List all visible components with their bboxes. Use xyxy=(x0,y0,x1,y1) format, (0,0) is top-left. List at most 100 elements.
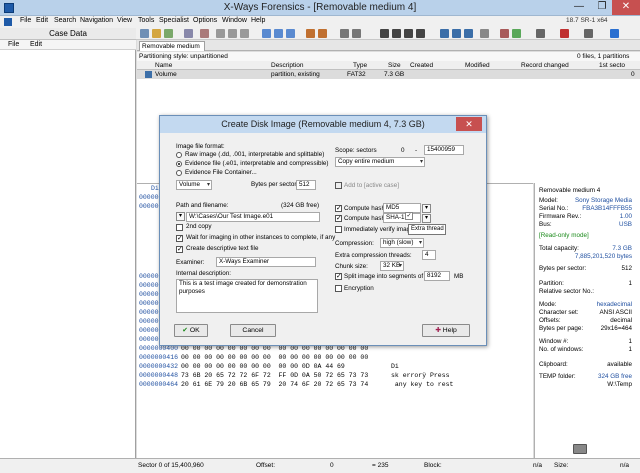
path-input[interactable]: W:\Cases\Our Test Image.e01 xyxy=(186,212,320,222)
scope-to-input[interactable]: 15400959 xyxy=(424,145,464,155)
hex-ascii[interactable]: Di xyxy=(391,362,399,371)
table-row[interactable]: Volume partition, existing FAT32 7.3 GB … xyxy=(137,70,640,79)
partition-icon[interactable] xyxy=(452,29,461,38)
hash1-value[interactable]: MD5 xyxy=(383,203,421,213)
menu-window[interactable]: Window xyxy=(222,17,247,24)
col-description[interactable]: Description xyxy=(271,61,304,70)
hex-bytes[interactable]: 00 00 00 00 00 00 00 00 00 00 00 00 00 0… xyxy=(181,353,368,362)
hash2-value[interactable]: SHA-1 xyxy=(383,213,421,223)
compression-select[interactable]: high (slow) xyxy=(380,238,424,248)
second-copy-checkbox[interactable] xyxy=(176,224,183,231)
gear-icon[interactable] xyxy=(584,29,593,38)
threads-input[interactable]: 4 xyxy=(422,250,436,260)
path-toggle-icon[interactable]: ▾ xyxy=(176,212,185,221)
cancel-button[interactable]: Cancel xyxy=(230,324,276,337)
fmt-raw-radio[interactable] xyxy=(176,152,182,158)
menu-options[interactable]: Options xyxy=(193,17,217,24)
doc-icon[interactable] xyxy=(4,18,12,26)
bps-input[interactable]: 512 xyxy=(296,180,316,190)
wait-checkbox[interactable]: ✓ xyxy=(176,235,183,242)
next-sector-icon[interactable] xyxy=(404,29,413,38)
new-icon[interactable] xyxy=(140,29,149,38)
minimize-button[interactable]: — xyxy=(568,0,590,15)
ram-icon[interactable] xyxy=(464,29,473,38)
maximize-button[interactable]: ❐ xyxy=(591,0,613,15)
hex-bytes[interactable]: 73 6B 20 65 72 72 6F 72 FF 0D 0A 50 72 6… xyxy=(181,371,368,380)
hex-row[interactable]: 0000000432 00 00 00 00 00 00 00 00 00 00 … xyxy=(137,362,533,371)
hex-bytes[interactable]: 00 00 00 00 00 00 00 00 00 00 0D 0A 44 6… xyxy=(181,362,345,371)
disk-icon[interactable] xyxy=(440,29,449,38)
search-hex-icon[interactable] xyxy=(274,29,283,38)
hex-ascii[interactable]: sk errorÿ Press xyxy=(391,371,450,380)
internal-description-input[interactable]: This is a test image created for demonst… xyxy=(176,279,318,313)
hex-row[interactable]: 0000000416 00 00 00 00 00 00 00 00 00 00 … xyxy=(137,353,533,362)
paste-icon[interactable] xyxy=(240,29,249,38)
case-menu-file[interactable]: File xyxy=(8,41,19,48)
hash2-dropdown-icon[interactable]: ▾ xyxy=(422,214,431,223)
menu-search[interactable]: Search xyxy=(54,17,76,24)
menu-tools[interactable]: Tools xyxy=(138,17,154,24)
help-icon[interactable] xyxy=(610,29,619,38)
copy-mode-select[interactable]: Copy entire medium xyxy=(335,157,425,167)
menu-specialist[interactable]: Specialist xyxy=(159,17,189,24)
col-type[interactable]: Type xyxy=(353,61,367,70)
find-next-icon[interactable] xyxy=(286,29,295,38)
copy-icon[interactable] xyxy=(228,29,237,38)
col-first-sector[interactable]: 1st secto xyxy=(599,61,625,70)
split-input[interactable]: 8192 xyxy=(424,271,450,281)
path-free: (324 GB free) xyxy=(281,202,320,209)
descfile-checkbox[interactable]: ✓ xyxy=(176,246,183,253)
hex-ascii[interactable]: any key to rest xyxy=(391,380,454,389)
menu-navigation[interactable]: Navigation xyxy=(80,17,113,24)
help-button[interactable]: ✚ Help xyxy=(422,324,470,337)
hex-row[interactable]: 0000000448 73 6B 20 65 72 72 6F 72 FF 0D … xyxy=(137,371,533,380)
hash1-dropdown-icon[interactable]: ▾ xyxy=(422,204,431,213)
hex-row[interactable]: 0000000464 20 61 6E 79 20 6B 65 79 20 74 … xyxy=(137,380,533,389)
split-checkbox[interactable]: ✓ xyxy=(335,273,342,280)
menu-help[interactable]: Help xyxy=(251,17,265,24)
properties-icon[interactable] xyxy=(200,29,209,38)
prev-sector-icon[interactable] xyxy=(392,29,401,38)
col-size[interactable]: Size xyxy=(388,61,401,70)
close-button[interactable]: ✕ xyxy=(612,0,640,15)
col-modified[interactable]: Modified xyxy=(465,61,490,70)
verify-checkbox[interactable] xyxy=(335,226,342,233)
stop-icon[interactable] xyxy=(560,29,569,38)
save-icon[interactable] xyxy=(164,29,173,38)
calculator-icon[interactable] xyxy=(500,29,509,38)
goto-offset-icon[interactable] xyxy=(306,29,315,38)
menu-view[interactable]: View xyxy=(117,17,132,24)
fmt-e01-radio[interactable] xyxy=(176,161,182,167)
search-icon[interactable] xyxy=(262,29,271,38)
last-sector-icon[interactable] xyxy=(416,29,425,38)
hash1-checkbox[interactable]: ✓ xyxy=(335,205,342,212)
case-menu-edit[interactable]: Edit xyxy=(30,41,42,48)
col-record-changed[interactable]: Record changed xyxy=(521,61,569,70)
examiner-input[interactable]: X-Ways Examiner xyxy=(216,257,316,267)
cut-icon[interactable] xyxy=(216,29,225,38)
tab-removable-medium-4[interactable]: Removable medium 4 xyxy=(139,41,205,59)
hex-bytes[interactable]: 20 61 6E 79 20 6B 65 79 20 74 6F 20 72 6… xyxy=(181,380,368,389)
dialog-close-button[interactable]: ✕ xyxy=(456,117,482,131)
col-name[interactable]: Name xyxy=(155,61,172,70)
menu-file[interactable]: File xyxy=(20,17,31,24)
hash-icon[interactable] xyxy=(512,29,521,38)
scope-from[interactable]: 0 xyxy=(401,147,405,155)
image-icon[interactable] xyxy=(480,29,489,38)
extra-thread-checkbox[interactable]: ✓ xyxy=(405,212,413,220)
encryption-checkbox[interactable] xyxy=(335,285,342,292)
col-created[interactable]: Created xyxy=(410,61,433,70)
menu-edit[interactable]: Edit xyxy=(36,17,48,24)
hash2-checkbox[interactable]: ✓ xyxy=(335,215,342,222)
fmt-container-radio[interactable] xyxy=(176,170,182,176)
goto-sector-icon[interactable] xyxy=(318,29,327,38)
chunk-select[interactable]: 32 KB xyxy=(380,261,404,271)
open-icon[interactable] xyxy=(152,29,161,38)
first-sector-icon[interactable] xyxy=(380,29,389,38)
settings-icon[interactable] xyxy=(536,29,545,38)
ok-button[interactable]: ✔ OK xyxy=(174,324,208,337)
back-arrow-icon[interactable] xyxy=(340,29,349,38)
forward-arrow-icon[interactable] xyxy=(352,29,361,38)
print-icon[interactable] xyxy=(184,29,193,38)
source-select[interactable]: Volume xyxy=(176,180,212,190)
